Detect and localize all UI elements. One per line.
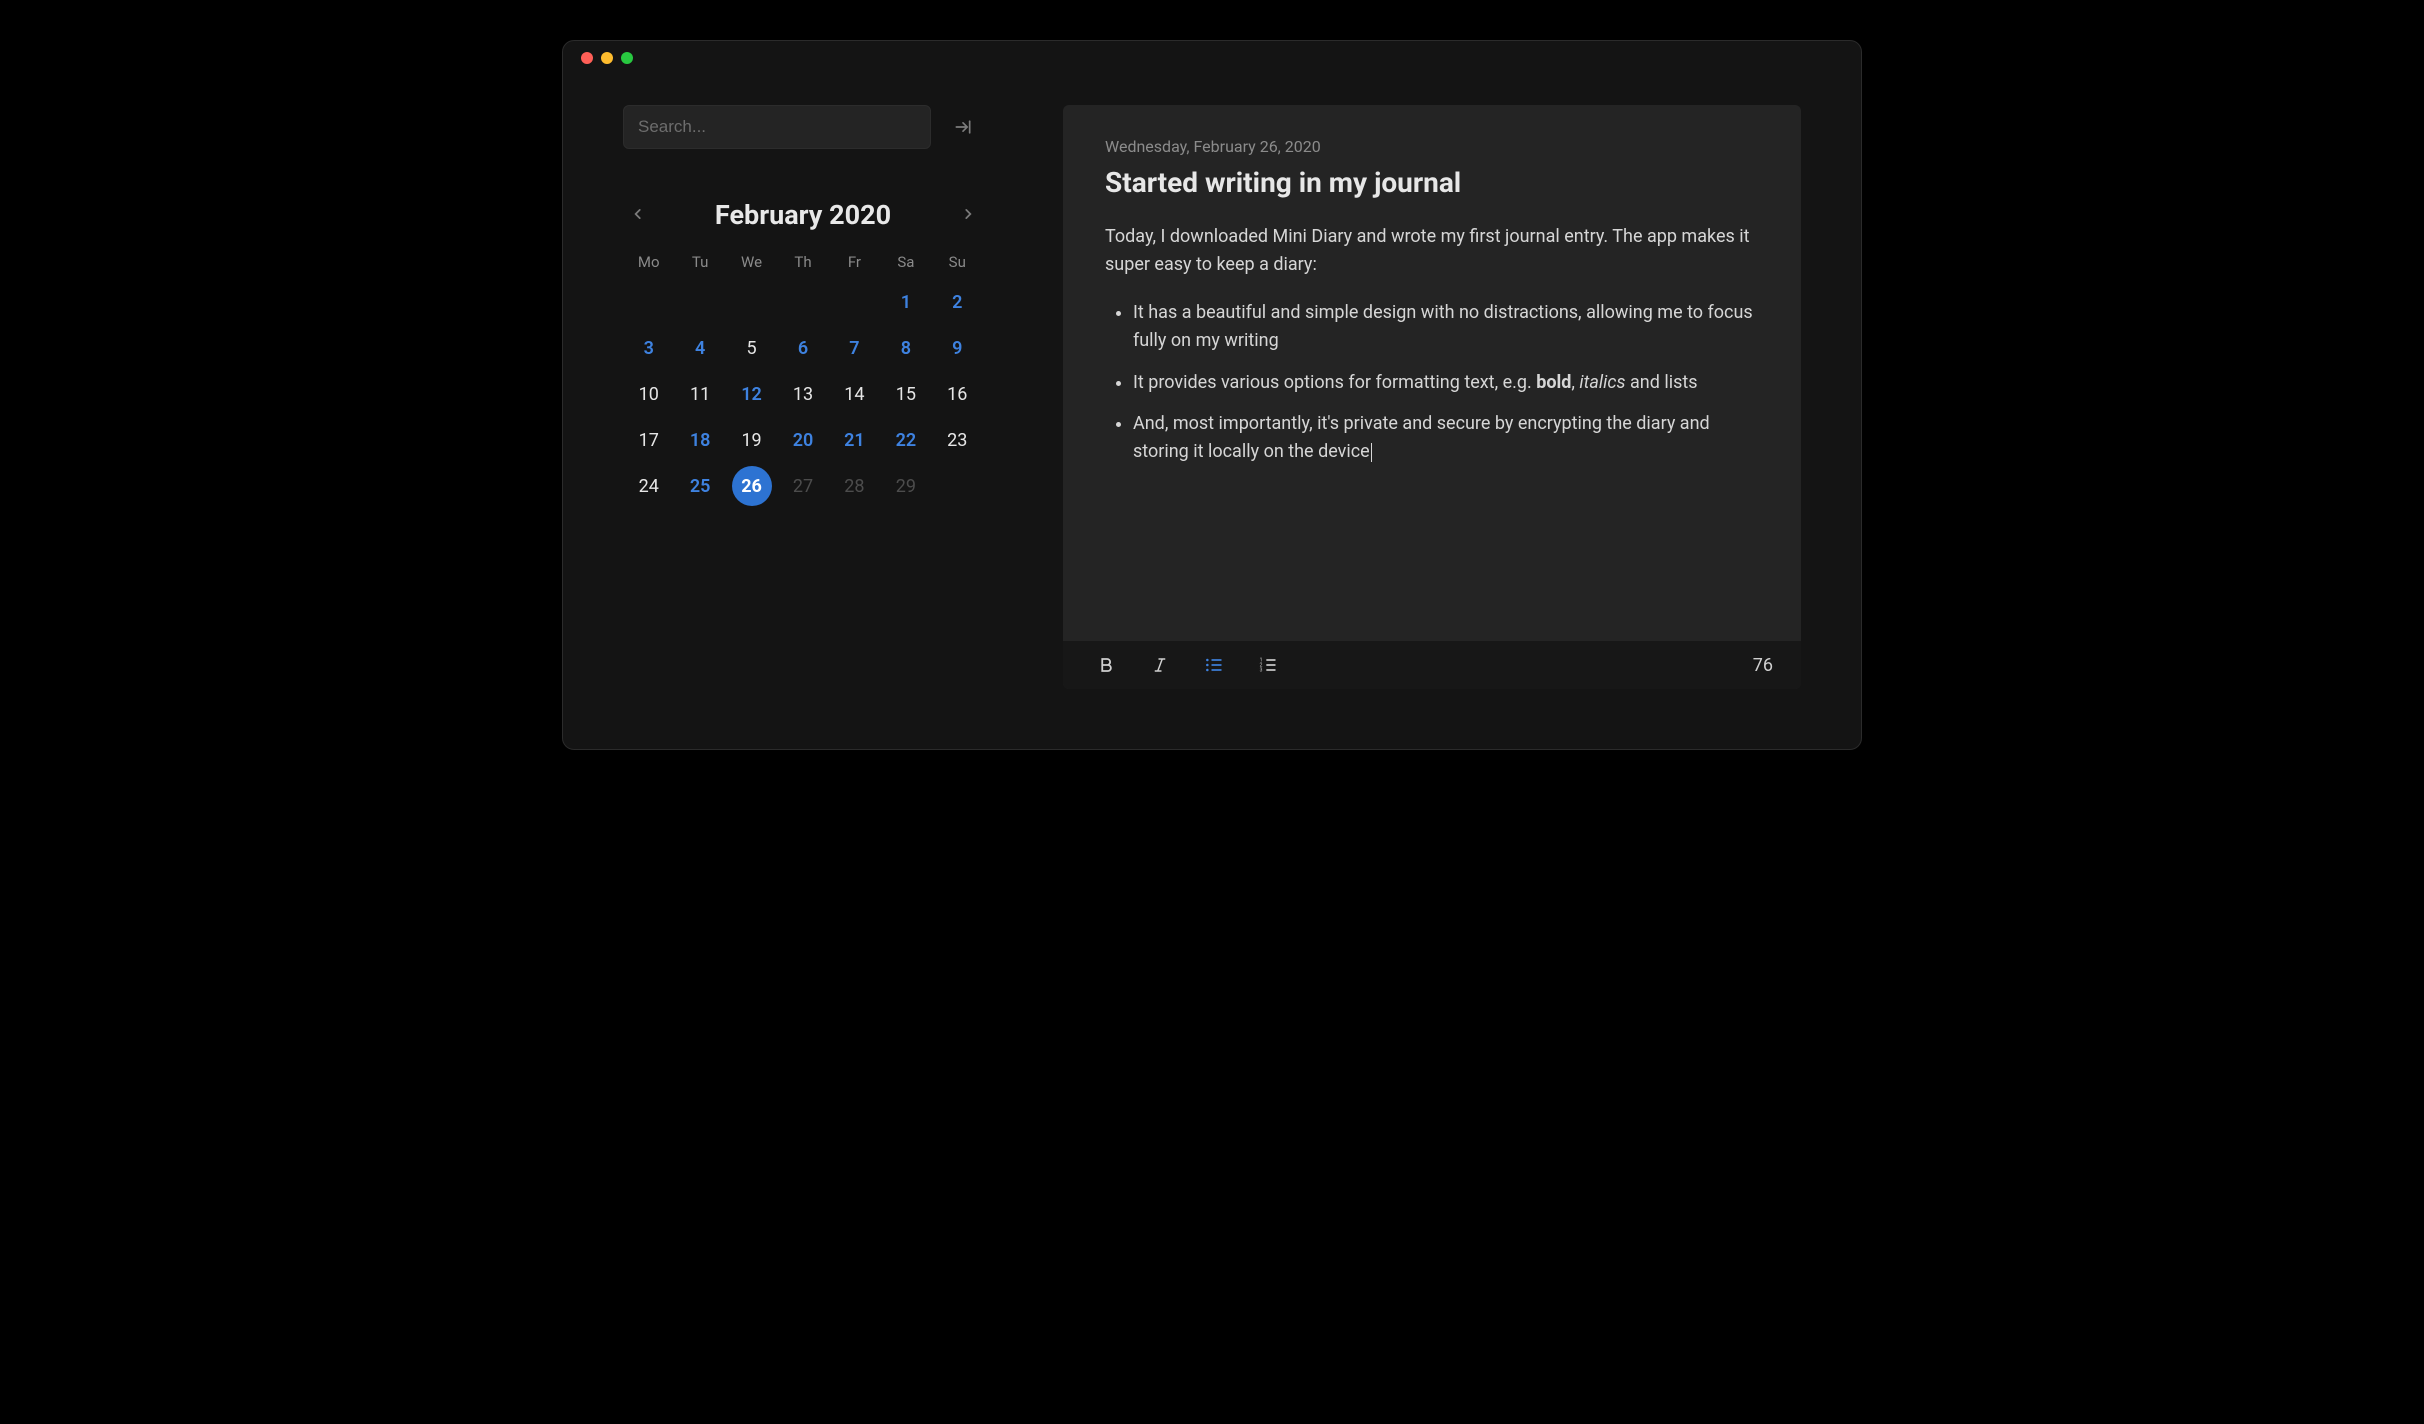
calendar-day[interactable]: 6 [777,325,828,371]
close-window-button[interactable] [581,52,593,64]
entry-date: Wednesday, February 26, 2020 [1105,137,1759,156]
calendar-day [623,279,674,325]
calendar-day[interactable]: 15 [880,371,931,417]
prev-month-button[interactable] [623,201,653,230]
calendar-day[interactable]: 5 [726,325,777,371]
maximize-window-button[interactable] [621,52,633,64]
calendar-day[interactable]: 3 [623,325,674,371]
weekday-label: Fr [829,253,880,271]
bullet-list-icon [1204,655,1224,675]
calendar-day[interactable]: 16 [932,371,983,417]
minimize-window-button[interactable] [601,52,613,64]
calendar-day[interactable]: 11 [674,371,725,417]
calendar-day[interactable]: 25 [674,463,725,509]
content-area: February 2020 MoTuWeThFrSaSu 12345678910… [563,75,1861,749]
calendar-day[interactable]: 8 [880,325,931,371]
calendar-day[interactable]: 23 [932,417,983,463]
entry-title[interactable]: Started writing in my journal [1105,166,1759,199]
next-month-button[interactable] [953,201,983,230]
calendar-day[interactable]: 4 [674,325,725,371]
italic-icon [1151,656,1169,674]
calendar-day[interactable]: 22 [880,417,931,463]
calendar-day[interactable]: 14 [829,371,880,417]
calendar-day[interactable]: 1 [880,279,931,325]
weekday-label: Su [932,253,983,271]
calendar-day[interactable]: 18 [674,417,725,463]
entry-bullet[interactable]: And, most importantly, it's private and … [1133,410,1759,466]
calendar-day: 28 [829,463,880,509]
calendar-day[interactable]: 17 [623,417,674,463]
weekday-label: Tu [674,253,725,271]
editor-panel: Wednesday, February 26, 2020 Started wri… [1063,105,1801,689]
titlebar [563,41,1861,75]
calendar-day[interactable]: 12 [726,371,777,417]
search-row [623,105,983,149]
calendar-day [829,279,880,325]
italic-button[interactable] [1145,650,1175,680]
calendar-day[interactable]: 9 [932,325,983,371]
entry-body[interactable]: Wednesday, February 26, 2020 Started wri… [1063,105,1801,641]
entry-bullet[interactable]: It provides various options for formatti… [1133,369,1759,397]
calendar-week-row: 242526272829 [623,463,983,509]
entry-bullet-list[interactable]: It has a beautiful and simple design wit… [1105,299,1759,466]
calendar-day [674,279,725,325]
ordered-list-icon: 123 [1258,655,1278,675]
go-to-today-button[interactable] [943,107,983,147]
bold-icon [1097,656,1115,674]
text-cursor [1371,443,1372,463]
calendar-day[interactable]: 24 [623,463,674,509]
bold-button[interactable] [1091,650,1121,680]
month-label: February 2020 [715,199,891,231]
entry-paragraph[interactable]: Today, I downloaded Mini Diary and wrote… [1105,223,1759,279]
svg-text:3: 3 [1260,668,1263,674]
app-window: February 2020 MoTuWeThFrSaSu 12345678910… [562,40,1862,750]
calendar-header: February 2020 [623,199,983,231]
chevron-right-icon [961,207,975,221]
calendar-day[interactable]: 26 [726,463,777,509]
calendar-week-row: 3456789 [623,325,983,371]
search-input[interactable] [623,105,931,149]
calendar-day [777,279,828,325]
calendar-week-row: 12 [623,279,983,325]
weekday-label: Th [777,253,828,271]
editor-toolbar: 123 76 [1063,641,1801,689]
weekday-label: We [726,253,777,271]
calendar-day[interactable]: 19 [726,417,777,463]
weekday-header: MoTuWeThFrSaSu [623,253,983,271]
calendar-day: 27 [777,463,828,509]
bullet-list-button[interactable] [1199,650,1229,680]
calendar-day[interactable]: 20 [777,417,828,463]
calendar-day[interactable]: 21 [829,417,880,463]
sidebar: February 2020 MoTuWeThFrSaSu 12345678910… [623,105,983,689]
calendar-day[interactable]: 10 [623,371,674,417]
weekday-label: Sa [880,253,931,271]
calendar-day[interactable]: 7 [829,325,880,371]
word-count: 76 [1753,655,1773,676]
calendar-week-row: 10111213141516 [623,371,983,417]
goto-today-icon [953,117,973,137]
calendar-day [932,463,983,509]
calendar-grid: 1234567891011121314151617181920212223242… [623,279,983,509]
calendar-day [726,279,777,325]
calendar-day: 29 [880,463,931,509]
calendar-day[interactable]: 2 [932,279,983,325]
weekday-label: Mo [623,253,674,271]
chevron-left-icon [631,207,645,221]
calendar-day[interactable]: 13 [777,371,828,417]
entry-bullet[interactable]: It has a beautiful and simple design wit… [1133,299,1759,355]
calendar-week-row: 17181920212223 [623,417,983,463]
ordered-list-button[interactable]: 123 [1253,650,1283,680]
